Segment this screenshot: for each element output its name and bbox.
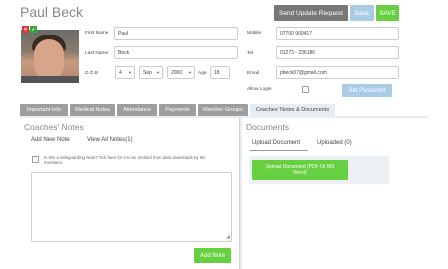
- chevron-down-icon: ▼: [156, 70, 160, 75]
- allow-login-label: Allow Login: [247, 87, 272, 92]
- back-button[interactable]: Back: [350, 5, 374, 21]
- tel-label: Tel: [247, 51, 254, 56]
- save-button[interactable]: SAVE: [376, 5, 399, 21]
- dob-day-select[interactable]: 4 ▼: [115, 66, 135, 79]
- age-label: Age: [198, 71, 207, 76]
- documents-heading: Documents: [246, 122, 289, 132]
- tab-member-groups[interactable]: Member Groups: [198, 104, 248, 116]
- photo-face: [34, 39, 64, 79]
- set-password-button[interactable]: Set Password: [342, 84, 392, 97]
- first-name-label: First Name: [85, 31, 109, 36]
- uploaded-documents-tab[interactable]: Uploaded (0): [317, 140, 352, 146]
- tel-field[interactable]: 01273 - 236186: [276, 46, 399, 59]
- status-x-icon: ✕: [22, 26, 29, 33]
- tab-coaches-notes-documents[interactable]: Coaches' Notes & Documents: [250, 104, 335, 116]
- tab-bar: Important Info Medical Notes Attendance …: [20, 104, 337, 116]
- email-label: Email: [247, 71, 259, 76]
- upload-document-tab[interactable]: Upload Document: [252, 140, 300, 146]
- tab-attendance[interactable]: Attendance: [117, 104, 157, 116]
- upload-document-button[interactable]: Upload Document (PDF Or MS Word): [252, 160, 348, 180]
- dob-year-value: 2000: [171, 69, 183, 76]
- note-textarea[interactable]: ◢: [31, 172, 232, 242]
- chevron-down-icon: ▼: [128, 70, 132, 75]
- resize-handle-icon[interactable]: ◢: [226, 234, 230, 240]
- add-new-note-tab[interactable]: Add New Note: [31, 137, 70, 143]
- dob-day-value: 4: [119, 69, 122, 76]
- safeguarding-notice: Is this a safeguarding Note? Tick here f…: [44, 155, 206, 166]
- status-check-icon: ✓: [30, 26, 37, 33]
- view-all-notes-tab[interactable]: View All Notes(1): [87, 137, 133, 143]
- photo-shirt: [21, 76, 79, 83]
- dob-label: D.O.B: [85, 71, 99, 76]
- dob-year-select[interactable]: 2000 ▼: [167, 66, 195, 79]
- tab-medical-notes[interactable]: Medical Notes: [70, 104, 115, 116]
- email-field[interactable]: pbeck07@gmail.com: [276, 66, 399, 79]
- page-title: Paul Beck: [20, 4, 84, 20]
- mobile-field[interactable]: 07700 900417: [276, 27, 399, 40]
- dob-month-value: Sep: [143, 69, 152, 76]
- add-note-button[interactable]: Add Note: [194, 248, 231, 263]
- last-name-label: Last Name: [85, 51, 109, 56]
- chevron-down-icon: ▼: [188, 70, 192, 75]
- safeguarding-checkbox[interactable]: [32, 156, 39, 163]
- tab-important-info[interactable]: Important Info: [20, 104, 68, 116]
- send-update-request-button[interactable]: Send Update Request: [274, 5, 348, 21]
- active-subtab-underline: [250, 150, 308, 151]
- tab-payments[interactable]: Payments: [159, 104, 196, 116]
- mobile-label: Mobile: [247, 31, 262, 36]
- profile-photo: [21, 30, 79, 83]
- coaches-notes-heading: Coaches' Notes: [24, 122, 84, 132]
- last-name-field[interactable]: Beck: [114, 46, 238, 59]
- dob-month-select[interactable]: Sep ▼: [139, 66, 163, 79]
- age-field[interactable]: 18: [210, 66, 230, 79]
- first-name-field[interactable]: Paul: [114, 27, 238, 40]
- allow-login-checkbox[interactable]: [302, 86, 309, 93]
